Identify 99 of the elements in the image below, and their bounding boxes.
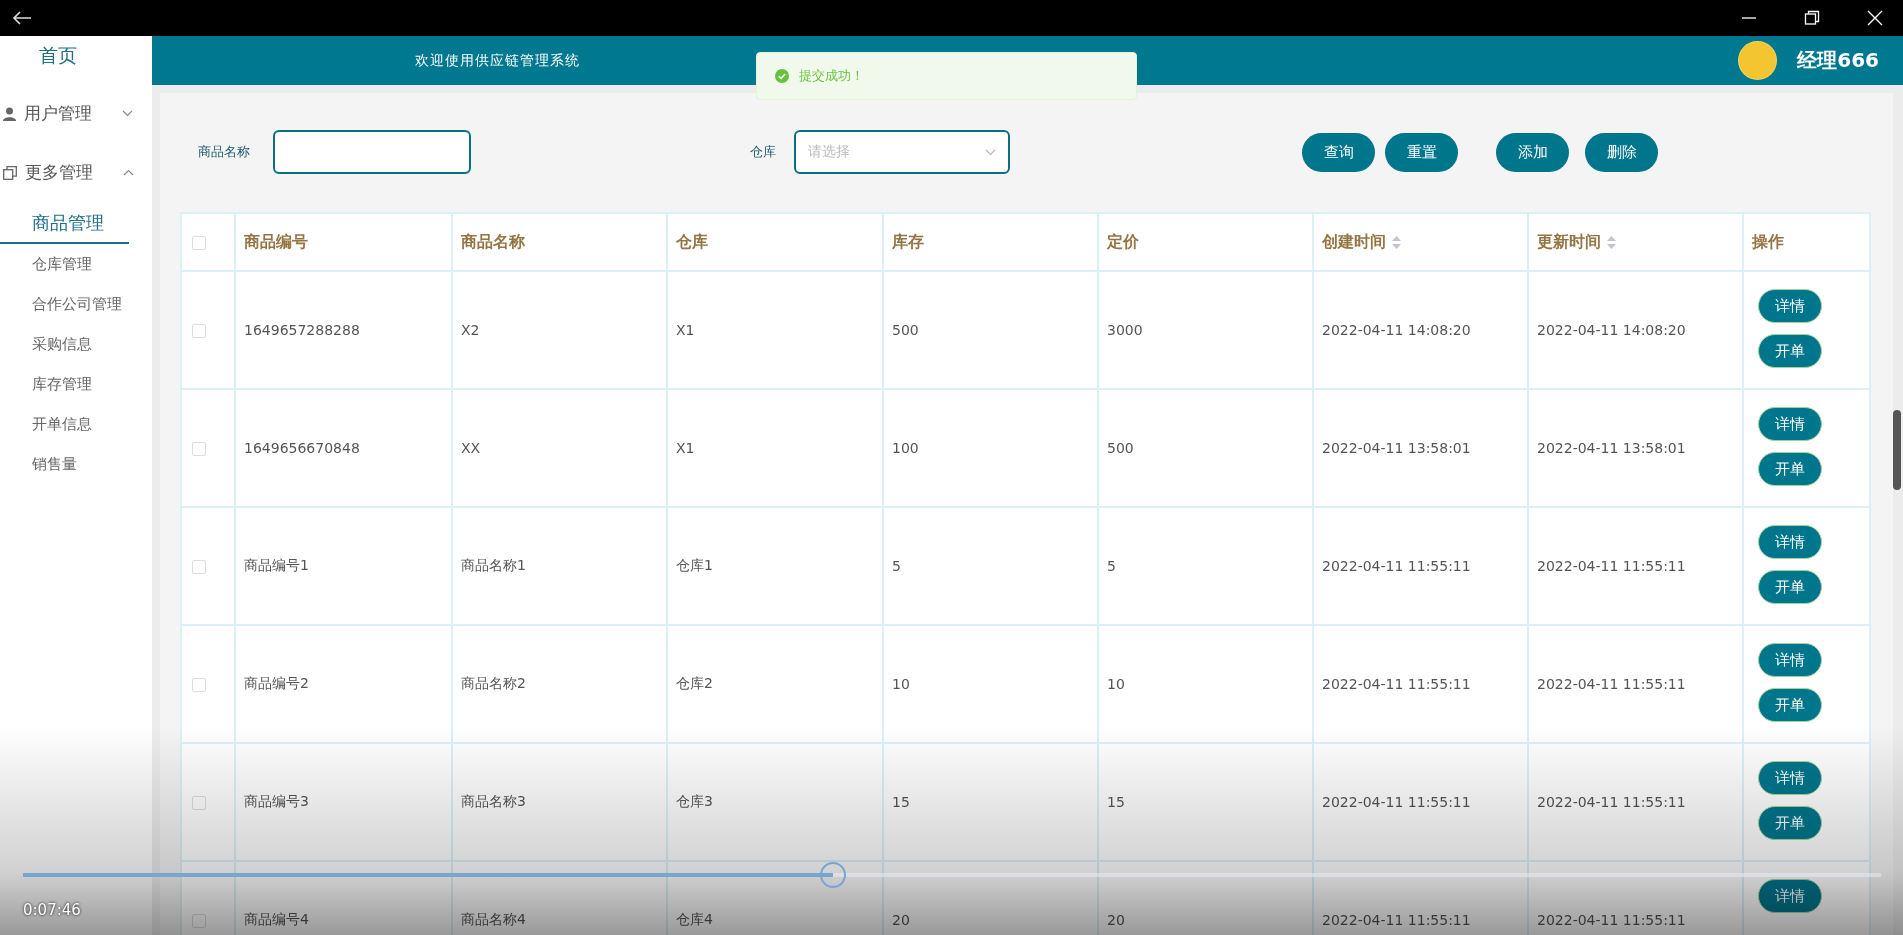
menu-group[interactable]: 用户管理	[0, 84, 152, 143]
playback-time: 0:07:46	[23, 901, 81, 919]
table-cell: 2022-04-11 11:55:11	[1537, 912, 1686, 928]
table-cell: XX	[461, 440, 481, 456]
checkbox[interactable]	[192, 560, 206, 574]
row-button[interactable]: 开单	[1758, 334, 1822, 368]
row-button[interactable]: 开单	[1758, 688, 1822, 722]
table-cell: 仓库3	[676, 793, 713, 809]
column-header: 库存	[892, 231, 924, 251]
table-cell: 仓库2	[676, 675, 713, 691]
field-label: 仓库	[750, 143, 777, 161]
sort-icon[interactable]	[1392, 235, 1401, 249]
table-cell: 商品名称2	[461, 675, 526, 691]
table-cell: 5	[1107, 558, 1116, 574]
success-icon	[775, 69, 789, 83]
row-button[interactable]: 详情	[1758, 289, 1822, 323]
table-cell: 1649657288288	[244, 322, 360, 338]
copy-icon	[3, 165, 17, 180]
table-cell: 商品名称4	[461, 911, 526, 927]
checkbox[interactable]	[192, 236, 206, 250]
menu-item[interactable]: 仓库管理	[0, 244, 152, 284]
table-cell: 10	[892, 676, 910, 692]
row-button[interactable]: 开单	[1758, 570, 1822, 604]
checkbox[interactable]	[192, 796, 206, 810]
column-header[interactable]: 更新时间	[1537, 231, 1601, 251]
table-cell: 2022-04-11 11:55:11	[1537, 676, 1686, 692]
row-button[interactable]: 开单	[1758, 452, 1822, 486]
row-button[interactable]: 详情	[1758, 525, 1822, 559]
menu-item[interactable]: 开单信息	[0, 404, 152, 444]
chevron-icon	[985, 148, 996, 156]
table-cell: 2022-04-11 11:55:11	[1322, 676, 1471, 692]
table-cell: 商品编号1	[244, 557, 309, 573]
row-button[interactable]: 详情	[1758, 879, 1822, 913]
action-button[interactable]: 查询	[1302, 132, 1375, 172]
column-header[interactable]: 创建时间	[1322, 231, 1386, 251]
action-button[interactable]: 重置	[1385, 132, 1458, 172]
menu-item[interactable]: 合作公司管理	[0, 284, 152, 324]
table-cell: 2022-04-11 11:55:11	[1322, 558, 1471, 574]
home-link[interactable]: 首页	[0, 36, 152, 84]
table-cell: 2022-04-11 13:58:01	[1537, 440, 1686, 456]
table-cell: 商品名称3	[461, 793, 526, 809]
person-icon	[3, 106, 16, 121]
table-cell: 1649656670848	[244, 440, 360, 456]
menu-item[interactable]: 库存管理	[0, 364, 152, 404]
row-button[interactable]: 详情	[1758, 407, 1822, 441]
table-cell: 2022-04-11 11:55:11	[1322, 912, 1471, 928]
back-icon[interactable]	[12, 10, 32, 26]
progress-thumb[interactable]	[820, 862, 847, 888]
menu-item[interactable]: 销售量	[0, 444, 152, 484]
table-cell: 3000	[1107, 322, 1143, 338]
checkbox[interactable]	[192, 442, 206, 456]
field-label: 商品名称	[198, 143, 251, 161]
checkbox[interactable]	[192, 678, 206, 692]
action-button[interactable]: 删除	[1585, 132, 1658, 172]
table-cell: 100	[892, 440, 919, 456]
table-cell: 仓库4	[676, 911, 713, 927]
table-cell: X1	[676, 322, 695, 338]
checkbox[interactable]	[192, 914, 206, 928]
table-cell: 商品编号2	[244, 675, 309, 691]
table-cell: 2022-04-11 11:55:11	[1537, 558, 1686, 574]
avatar-icon[interactable]	[1738, 41, 1778, 80]
table-cell: 商品编号4	[244, 911, 309, 927]
table-cell: 2022-04-11 11:55:11	[1537, 794, 1686, 810]
table-cell: 2022-04-11 11:55:11	[1322, 794, 1471, 810]
table-cell: 2022-04-11 13:58:01	[1322, 440, 1471, 456]
table-cell: 2022-04-11 14:08:20	[1537, 322, 1686, 338]
table-cell: 20	[892, 912, 910, 928]
column-header: 定价	[1107, 231, 1139, 251]
table-cell: 500	[1107, 440, 1134, 456]
row-button[interactable]: 开单	[1758, 806, 1822, 840]
column-header: 操作	[1752, 231, 1784, 251]
menu-group[interactable]: 更多管理	[0, 143, 152, 202]
toast-message: 提交成功！	[799, 67, 864, 85]
column-header: 商品名称	[461, 231, 525, 251]
input-field[interactable]	[273, 130, 471, 174]
table-cell: 20	[1107, 912, 1125, 928]
column-header: 仓库	[676, 231, 708, 251]
table-cell: 5	[892, 558, 901, 574]
checkbox[interactable]	[192, 324, 206, 338]
row-button[interactable]: 详情	[1758, 643, 1822, 677]
action-button[interactable]: 添加	[1496, 132, 1569, 172]
sort-icon[interactable]	[1607, 235, 1616, 249]
table-cell: X2	[461, 322, 480, 338]
table-cell: 仓库1	[676, 557, 713, 573]
table-cell: 商品编号3	[244, 793, 309, 809]
table-cell: 15	[1107, 794, 1125, 810]
menu-item[interactable]: 采购信息	[0, 324, 152, 364]
column-header: 商品编号	[244, 231, 308, 251]
table-cell: 10	[1107, 676, 1125, 692]
table-cell: 15	[892, 794, 910, 810]
table-cell: X1	[676, 440, 695, 456]
user-name[interactable]: 经理666	[1797, 47, 1879, 74]
table-cell: 商品名称1	[461, 557, 526, 573]
table-cell: 2022-04-11 14:08:20	[1322, 322, 1471, 338]
header-title: 欢迎使用供应链管理系统	[415, 51, 580, 70]
scrollbar-thumb[interactable]	[1893, 410, 1901, 490]
table-cell: 500	[892, 322, 919, 338]
row-button[interactable]: 详情	[1758, 761, 1822, 795]
menu-item[interactable]: 商品管理	[0, 202, 129, 244]
